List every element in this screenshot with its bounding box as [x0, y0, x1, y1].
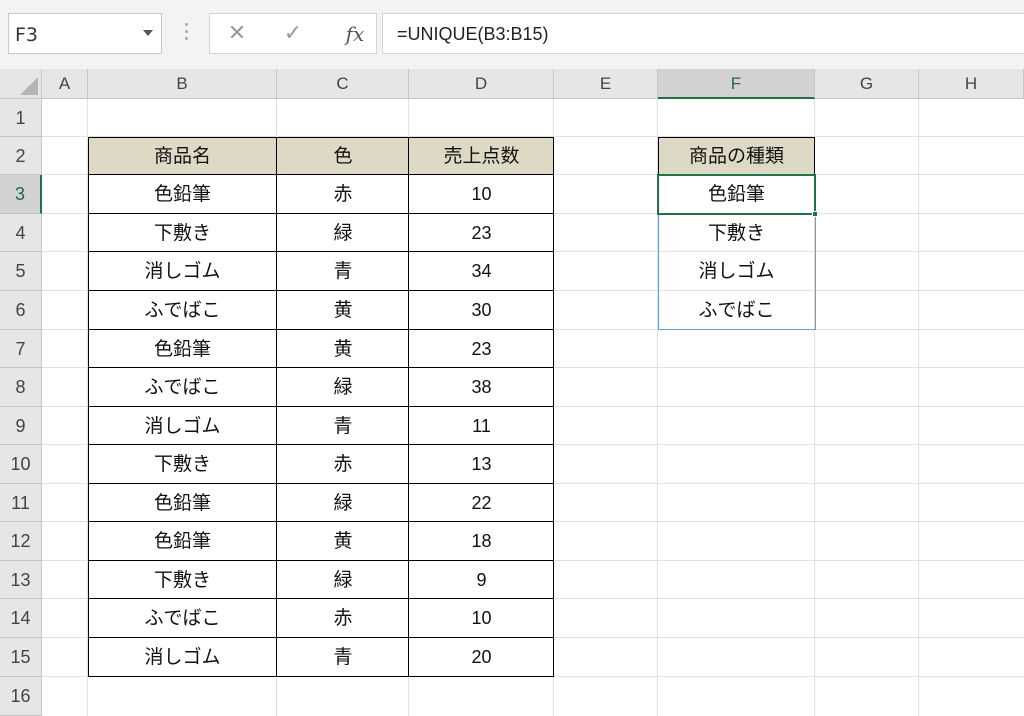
name-box[interactable]: F3 [8, 13, 162, 54]
table-cell-sales-count: 11 [472, 416, 491, 436]
row-header-5[interactable]: 5 [0, 252, 42, 291]
column-header-d[interactable]: D [409, 69, 554, 99]
table-cell-color: 緑 [333, 492, 353, 514]
table-cell-product-name: ふでばこ [144, 376, 221, 398]
table-cell-product-name: 色鉛筆 [153, 492, 211, 514]
table-cell-color: 黄 [333, 338, 353, 360]
table-cell-product-name: 色鉛筆 [153, 530, 211, 552]
unique-list-item[interactable]: 消しゴム [658, 252, 815, 291]
table-cell-color: 赤 [333, 453, 353, 475]
table-cell-color: 赤 [333, 183, 353, 205]
table-cell-color: 青 [333, 260, 353, 282]
table-cell-product-name: 消しゴム [144, 415, 221, 437]
select-all-icon [20, 77, 38, 95]
row-header-14[interactable]: 14 [0, 599, 42, 638]
row-header-16[interactable]: 16 [0, 677, 42, 716]
column-header-a[interactable]: A [42, 69, 88, 99]
unique-header-label: 商品の種類 [688, 145, 784, 167]
row-header-12[interactable]: 12 [0, 522, 42, 561]
table-cell-product-name: 消しゴム [144, 260, 221, 282]
row-header-3[interactable]: 3 [0, 175, 42, 214]
row-header-2[interactable]: 2 [0, 137, 42, 175]
row-header-9[interactable]: 9 [0, 407, 42, 445]
column-header-b[interactable]: B [88, 69, 277, 99]
insert-function-icon[interactable]: fx [338, 20, 372, 48]
formula-buttons: ✕ ✓ fx [209, 13, 377, 54]
table-header-color: 色 [333, 145, 353, 167]
table-cell-sales-count: 30 [471, 300, 492, 320]
row-header-10[interactable]: 10 [0, 445, 42, 484]
table-cell-sales-count: 10 [471, 184, 492, 204]
table-cell-sales-count: 18 [471, 531, 492, 551]
column-header-g[interactable]: G [815, 69, 919, 99]
table-cell-product-name: 色鉛筆 [153, 183, 211, 205]
table-cell-color: 緑 [333, 376, 353, 398]
table-cell-color: 青 [333, 646, 353, 668]
table-header-sales-count: 売上点数 [443, 145, 520, 167]
fill-handle[interactable] [812, 211, 818, 217]
table-cell-color: 青 [333, 415, 353, 437]
row-header-15[interactable]: 15 [0, 638, 42, 677]
spreadsheet-grid[interactable]: A B C D E F G H 1 2 3 4 5 6 7 8 9 10 11 12 13 14 15 16 商品名色売上点数色… [0, 69, 1024, 716]
formula-text: =UNIQUE(B3:B15) [397, 24, 549, 44]
enter-icon[interactable]: ✓ [276, 20, 310, 48]
row-header-7[interactable]: 7 [0, 330, 42, 368]
table-cell-sales-count: 38 [471, 377, 492, 397]
name-box-value: F3 [15, 24, 39, 46]
row-header-8[interactable]: 8 [0, 368, 42, 407]
row-header-11[interactable]: 11 [0, 484, 42, 522]
table-cell-sales-count: 34 [471, 261, 492, 281]
chevron-down-icon[interactable] [143, 30, 153, 36]
table-header-product-name: 商品名 [153, 145, 211, 167]
table-cell-sales-count: 22 [471, 493, 492, 513]
column-header-h[interactable]: H [919, 69, 1024, 99]
row-header-4[interactable]: 4 [0, 214, 42, 252]
table-cell-color: 黄 [333, 299, 353, 321]
table-cell-sales-count: 13 [471, 454, 492, 474]
column-header-c[interactable]: C [277, 69, 409, 99]
table-cell-product-name: 下敷き [153, 569, 211, 591]
active-cell-selection[interactable] [657, 174, 816, 215]
table-cell-product-name: 色鉛筆 [153, 338, 211, 360]
table-cell-color: 緑 [333, 569, 353, 591]
table-cell-sales-count: 10 [471, 608, 492, 628]
table-cell-product-name: 下敷き [153, 453, 211, 475]
table-cell-product-name: 消しゴム [144, 646, 221, 668]
table-cell-product-name: 下敷き [153, 222, 211, 244]
column-header-f[interactable]: F [658, 69, 815, 99]
unique-list-item[interactable]: 下敷き [658, 214, 815, 252]
gridline-vertical [918, 99, 919, 716]
column-header-e[interactable]: E [554, 69, 658, 99]
table-cell-color: 黄 [333, 530, 353, 552]
row-header-13[interactable]: 13 [0, 561, 42, 599]
table-cell-sales-count: 20 [471, 647, 492, 667]
formula-input[interactable]: =UNIQUE(B3:B15) [382, 13, 1024, 54]
unique-list-item[interactable]: ふでばこ [658, 291, 815, 330]
resize-handle-icon[interactable] [178, 19, 194, 49]
table-cell-sales-count: 23 [471, 223, 492, 243]
table-cell-sales-count: 9 [476, 570, 487, 590]
table-cell-product-name: ふでばこ [144, 299, 221, 321]
formula-bar-area: F3 ✕ ✓ fx =UNIQUE(B3:B15) [0, 0, 1024, 69]
select-all-button[interactable] [0, 69, 42, 99]
cancel-icon[interactable]: ✕ [220, 20, 254, 48]
row-header-1[interactable]: 1 [0, 99, 42, 137]
table-cell-sales-count: 23 [471, 339, 492, 359]
table-cell-color: 赤 [333, 607, 353, 629]
table-cell-color: 緑 [333, 222, 353, 244]
row-header-6[interactable]: 6 [0, 291, 42, 330]
table-cell-product-name: ふでばこ [144, 607, 221, 629]
